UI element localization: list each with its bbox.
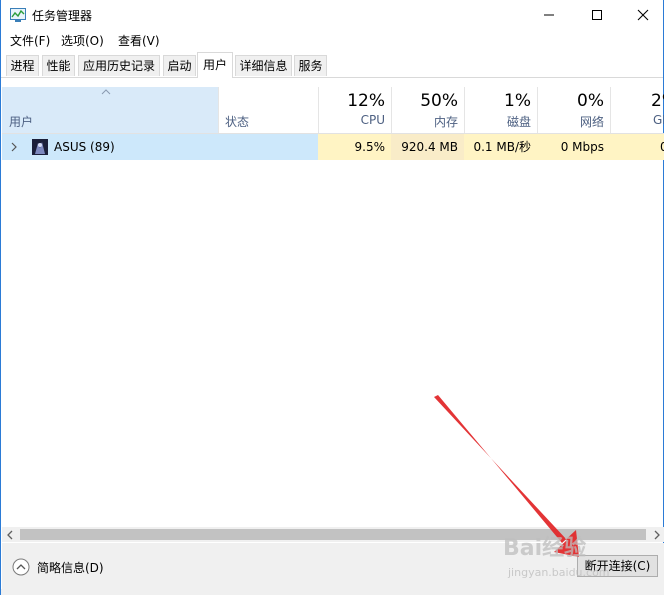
menu-bar: 文件(F) 选项(O) 查看(V)	[1, 30, 663, 50]
window-title: 任务管理器	[32, 9, 93, 23]
column-label-disk: 磁盘	[506, 115, 531, 129]
disk-total-percent: 1%	[504, 91, 531, 111]
fewer-details-link[interactable]: 简略信息(D)	[37, 559, 104, 576]
title-bar[interactable]: 任务管理器	[1, 0, 663, 30]
sort-ascending-icon	[101, 89, 111, 95]
column-label-memory: 内存	[433, 115, 458, 129]
tab-processes[interactable]: 进程	[6, 55, 39, 76]
close-icon	[637, 9, 649, 21]
table-header: 用户 状态 12% CPU 50% 内存 1% 磁盘 0% 网络 2% GP	[2, 87, 664, 134]
tab-details[interactable]: 详细信息	[235, 55, 292, 76]
column-label-cpu: CPU	[360, 113, 385, 127]
tab-services[interactable]: 服务	[294, 55, 327, 76]
menu-file[interactable]: 文件(F)	[10, 32, 50, 49]
watermark-url: jingyan.baidu.com	[508, 566, 610, 579]
row-gpu-cell: 0	[610, 134, 664, 160]
menu-view[interactable]: 查看(V)	[118, 32, 160, 49]
close-button[interactable]	[620, 0, 664, 30]
column-label-network: 网络	[579, 115, 604, 129]
row-cpu-cell: 9.5%	[318, 134, 391, 160]
column-label-status: 状态	[225, 115, 250, 129]
column-header-memory[interactable]: 50% 内存	[392, 87, 464, 133]
column-header-users[interactable]: 用户	[2, 87, 218, 133]
minimize-icon	[544, 14, 554, 16]
row-memory-cell: 920.4 MB	[391, 134, 464, 160]
watermark-logo-text: Bai经验	[503, 536, 587, 561]
gpu-total-percent: 2%	[651, 91, 664, 111]
minimize-button[interactable]	[526, 0, 572, 30]
window-bottom-edge	[1, 589, 664, 595]
scroll-right-icon[interactable]	[653, 530, 661, 540]
tab-startup[interactable]: 启动	[163, 55, 196, 76]
column-header-cpu[interactable]: 12% CPU	[319, 87, 391, 133]
tab-performance[interactable]: 性能	[42, 55, 75, 76]
task-manager-app-icon	[10, 8, 26, 22]
chevron-up-circle-icon[interactable]	[12, 558, 30, 576]
tab-users[interactable]: 用户	[197, 52, 233, 78]
column-header-network[interactable]: 0% 网络	[538, 87, 610, 133]
column-label-users: 用户	[9, 115, 34, 129]
row-disk-cell: 0.1 MB/秒	[464, 134, 537, 160]
row-network-cell: 0 Mbps	[537, 134, 610, 160]
cpu-total-percent: 12%	[347, 91, 385, 111]
tab-app-history[interactable]: 应用历史记录	[78, 55, 160, 76]
task-manager-window: 任务管理器 文件(F) 选项(O) 查看(V) 进程 性能 应用历史记录 启动 …	[0, 0, 664, 595]
column-header-gpu[interactable]: 2% GP	[611, 87, 664, 133]
column-header-disk[interactable]: 1% 磁盘	[465, 87, 537, 133]
column-label-gpu: GP	[653, 113, 664, 127]
row-user-name: ASUS (89)	[54, 140, 115, 154]
menu-options[interactable]: 选项(O)	[61, 32, 104, 49]
maximize-button[interactable]	[574, 0, 620, 30]
table-row[interactable]: ASUS (89) 9.5% 920.4 MB 0.1 MB/秒 0 Mbps …	[2, 134, 664, 160]
column-header-status[interactable]: 状态	[219, 87, 318, 133]
maximize-icon	[592, 10, 602, 20]
tab-bar: 进程 性能 应用历史记录 启动 用户 详细信息 服务	[1, 52, 663, 78]
memory-total-percent: 50%	[420, 91, 458, 111]
chevron-right-icon[interactable]	[10, 141, 18, 153]
scroll-left-icon[interactable]	[6, 530, 14, 540]
user-avatar	[32, 139, 48, 155]
network-total-percent: 0%	[577, 91, 604, 111]
